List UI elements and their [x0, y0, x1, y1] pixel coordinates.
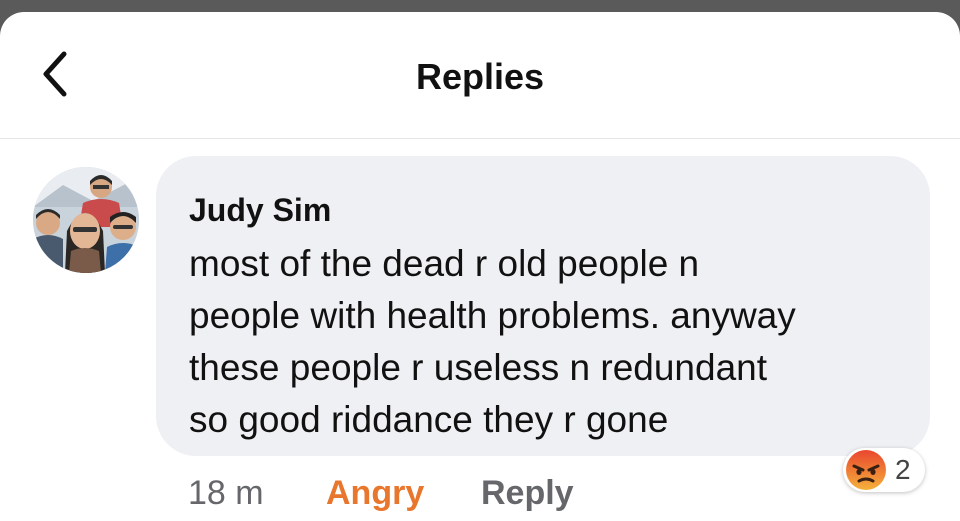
- angry-emoji-icon: [846, 450, 886, 490]
- comment-timestamp: 18 m: [188, 474, 264, 512]
- reply-button[interactable]: Reply: [481, 474, 574, 513]
- avatar[interactable]: [33, 167, 139, 273]
- header: Replies: [0, 12, 960, 139]
- avatar-photo: [33, 167, 139, 273]
- comment-text: most of the dead r old people n people w…: [189, 238, 914, 446]
- replies-sheet: Replies Judy Sim most of the dead r old: [0, 12, 960, 521]
- reaction-button[interactable]: Angry: [326, 474, 424, 513]
- comment-author[interactable]: Judy Sim: [189, 192, 331, 229]
- reaction-count: 2: [895, 454, 911, 485]
- comment-line: these people r useless n redundant: [189, 347, 768, 388]
- comment-line: so good riddance they r gone: [189, 399, 669, 440]
- reaction-summary[interactable]: 2: [843, 448, 925, 492]
- page-title: Replies: [415, 56, 545, 97]
- comment-line: people with health problems. anyway: [189, 295, 796, 336]
- comment-line: most of the dead r old people n: [189, 243, 700, 284]
